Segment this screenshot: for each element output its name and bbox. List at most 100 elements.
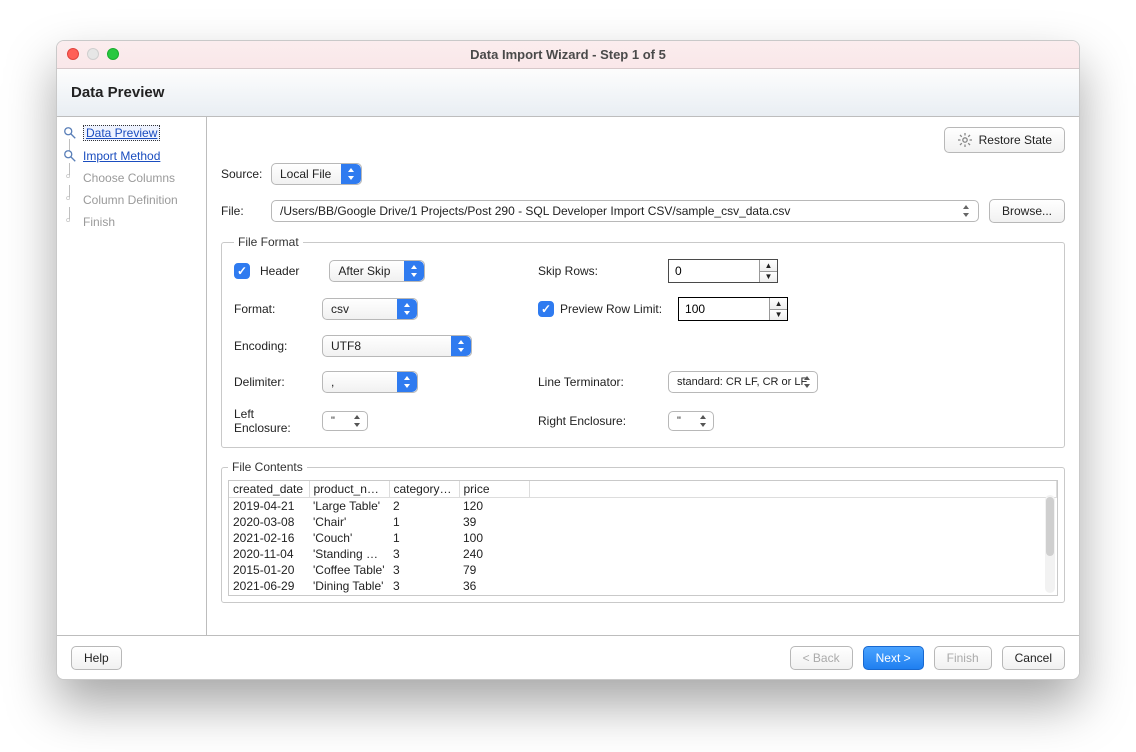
chevron-updown-icon (958, 203, 974, 219)
table-cell: 'Large Table' (309, 498, 389, 515)
chevron-updown-icon (397, 299, 417, 319)
table-cell-spacer (529, 530, 1057, 546)
source-value: Local File (272, 167, 339, 181)
file-contents-group: File Contents created_date product_name … (221, 460, 1065, 603)
left-enclosure-select[interactable]: " (322, 411, 368, 431)
chevron-updown-icon (397, 372, 417, 392)
table-cell: 'Standing De... (309, 546, 389, 562)
chevron-updown-icon (341, 164, 361, 184)
spinner-up-icon[interactable]: ▲ (770, 298, 787, 310)
line-terminator-value: standard: CR LF, CR or LF (669, 376, 815, 388)
table-row[interactable]: 2021-02-16'Couch'1100 (229, 530, 1057, 546)
preview-limit-input[interactable] (679, 298, 769, 320)
table-row[interactable]: 2021-06-29'Dining Table'336 (229, 578, 1057, 594)
wizard-window: Data Import Wizard - Step 1 of 5 Data Pr… (56, 40, 1080, 680)
zoom-window-icon[interactable] (107, 48, 119, 60)
step-choose-columns: Choose Columns (57, 167, 206, 189)
help-button[interactable]: Help (71, 646, 122, 670)
preview-limit-spinner[interactable]: ▲ ▼ (678, 297, 788, 321)
table-cell: 2021-06-29 (229, 578, 309, 594)
next-label: Next > (876, 651, 911, 665)
encoding-select[interactable]: UTF8 (322, 335, 472, 357)
preview-limit-checkbox[interactable]: ✓ (538, 301, 554, 317)
preview-table: created_date product_name category_id pr… (229, 481, 1057, 594)
table-cell: 'Couch' (309, 530, 389, 546)
table-cell: 79 (459, 562, 529, 578)
spinner-up-icon[interactable]: ▲ (760, 260, 777, 272)
right-enclosure-value: " (669, 415, 689, 427)
dot-icon (63, 215, 77, 229)
minimize-window-icon[interactable] (87, 48, 99, 60)
file-label: File: (221, 204, 271, 218)
restore-state-label: Restore State (979, 133, 1052, 147)
table-row[interactable]: 2020-11-04'Standing De...3240 (229, 546, 1057, 562)
encoding-label: Encoding: (234, 339, 312, 353)
table-row[interactable]: 2020-03-08'Chair'139 (229, 514, 1057, 530)
format-select[interactable]: csv (322, 298, 418, 320)
col-header[interactable]: product_name (309, 481, 389, 498)
header-mode-select[interactable]: After Skip (329, 260, 425, 282)
spinner-down-icon[interactable]: ▼ (760, 272, 777, 283)
close-window-icon[interactable] (67, 48, 79, 60)
back-label: < Back (803, 651, 840, 665)
table-cell: 2019-04-21 (229, 498, 309, 515)
format-value: csv (323, 302, 357, 316)
header-label: Header (260, 264, 299, 278)
vertical-scrollbar[interactable] (1045, 495, 1055, 593)
table-cell-spacer (529, 546, 1057, 562)
line-terminator-select[interactable]: standard: CR LF, CR or LF (668, 371, 818, 393)
dot-icon (63, 193, 77, 207)
file-contents-legend: File Contents (228, 460, 307, 474)
restore-state-button[interactable]: Restore State (944, 127, 1065, 153)
dot-icon (63, 171, 77, 185)
magnifier-icon (63, 126, 77, 140)
col-header[interactable]: price (459, 481, 529, 498)
window-title: Data Import Wizard - Step 1 of 5 (470, 47, 666, 62)
file-path-input[interactable]: /Users/BB/Google Drive/1 Projects/Post 2… (271, 200, 979, 222)
table-cell: 'Chair' (309, 514, 389, 530)
next-button[interactable]: Next > (863, 646, 924, 670)
table-cell: 36 (459, 578, 529, 594)
table-cell: 120 (459, 498, 529, 515)
browse-button[interactable]: Browse... (989, 199, 1065, 223)
source-label: Source: (221, 167, 271, 181)
table-cell: 1 (389, 514, 459, 530)
magnifier-icon (63, 149, 77, 163)
help-label: Help (84, 651, 109, 665)
right-enclosure-select[interactable]: " (668, 411, 714, 431)
table-row[interactable]: 2015-01-20'Coffee Table'379 (229, 562, 1057, 578)
table-cell: 240 (459, 546, 529, 562)
col-header[interactable]: created_date (229, 481, 309, 498)
table-row[interactable]: 2019-04-21'Large Table'2120 (229, 498, 1057, 515)
finish-button: Finish (934, 646, 992, 670)
col-header[interactable]: category_id (389, 481, 459, 498)
step-data-preview[interactable]: Data Preview (57, 121, 206, 145)
skip-rows-spinner[interactable]: ▲ ▼ (668, 259, 778, 283)
delimiter-label: Delimiter: (234, 375, 312, 389)
chevron-updown-icon (347, 412, 367, 430)
scrollbar-thumb[interactable] (1046, 497, 1054, 556)
wizard-sidebar: Data Preview Import Method Choose Column… (57, 117, 207, 635)
table-cell: 2020-11-04 (229, 546, 309, 562)
file-format-legend: File Format (234, 235, 303, 249)
cancel-button[interactable]: Cancel (1002, 646, 1065, 670)
table-cell: 2020-03-08 (229, 514, 309, 530)
wizard-footer: Help < Back Next > Finish Cancel (57, 635, 1079, 679)
source-select[interactable]: Local File (271, 163, 362, 185)
delimiter-select[interactable]: , (322, 371, 418, 393)
chevron-updown-icon (693, 412, 713, 430)
skip-rows-input[interactable] (669, 260, 759, 282)
spinner-down-icon[interactable]: ▼ (770, 310, 787, 321)
skip-rows-label: Skip Rows: (538, 264, 658, 278)
table-cell: 'Dining Table' (309, 578, 389, 594)
step-label: Column Definition (83, 193, 178, 207)
left-enclosure-label: Left Enclosure: (234, 407, 312, 435)
header-mode-value: After Skip (330, 264, 398, 278)
table-cell: 2 (389, 498, 459, 515)
table-cell: 2021-02-16 (229, 530, 309, 546)
step-import-method[interactable]: Import Method (57, 145, 206, 167)
table-cell-spacer (529, 562, 1057, 578)
table-cell: 39 (459, 514, 529, 530)
header-checkbox[interactable]: ✓ (234, 263, 250, 279)
file-format-group: File Format ✓ Header After Skip Skip Row… (221, 235, 1065, 448)
